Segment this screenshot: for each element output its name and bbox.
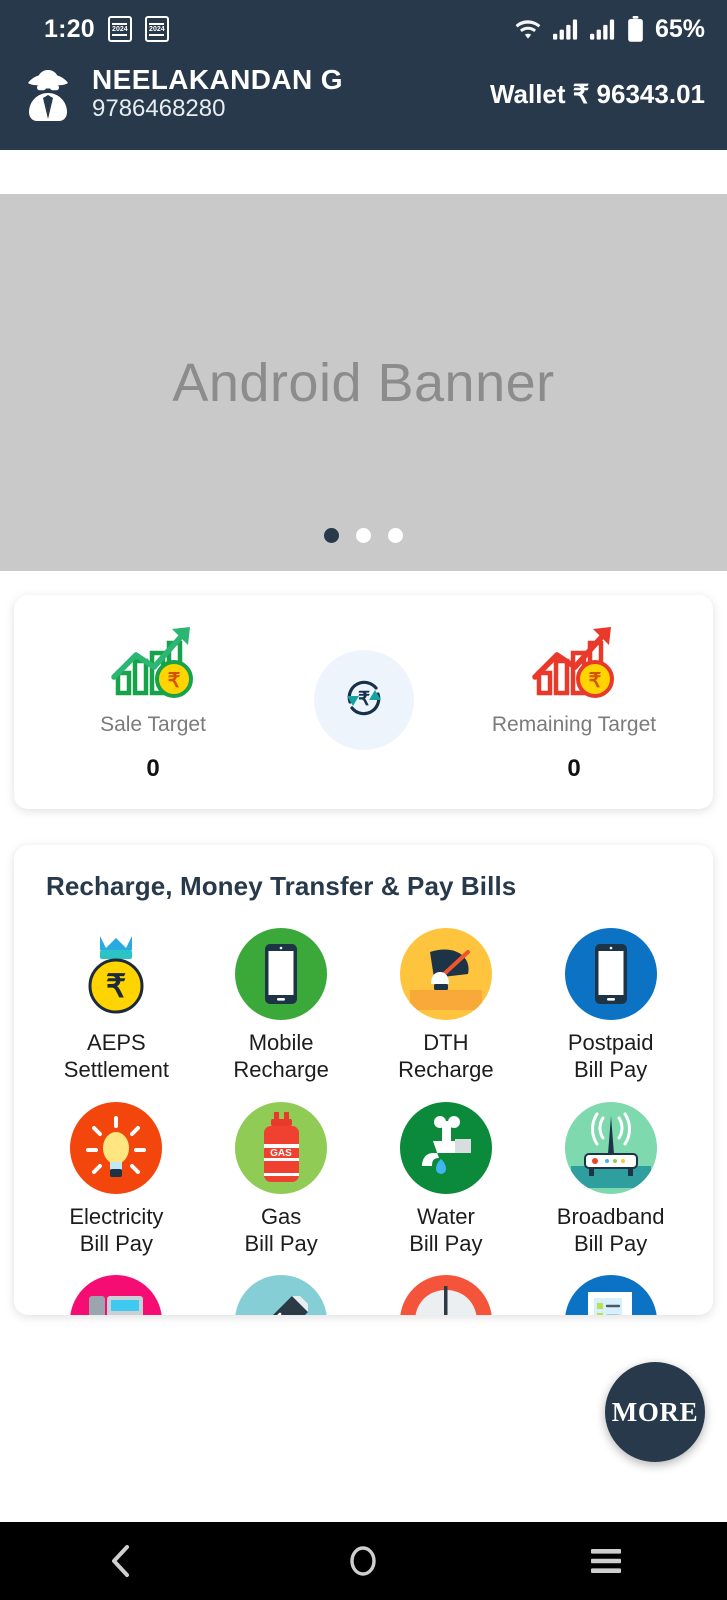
mobile-phone-icon	[564, 928, 657, 1021]
service-tile-broadband-bill-pay[interactable]: Broadband Bill Pay	[528, 1101, 693, 1258]
status-bar-right: 65%	[514, 15, 705, 44]
service-tile-dth-recharge[interactable]: DTH Recharge	[364, 928, 529, 1084]
water-tap-icon	[399, 1101, 492, 1194]
svg-text:₹: ₹	[167, 670, 180, 692]
home-icon[interactable]	[318, 1522, 408, 1600]
account-row: NEELAKANDAN G 9786468280 Wallet ₹ 96343.…	[0, 58, 727, 146]
service-label: Mobile Recharge	[233, 1030, 329, 1082]
light-bulb-icon	[70, 1101, 163, 1194]
svg-text:₹: ₹	[106, 968, 126, 1004]
umbrella-icon	[399, 1275, 492, 1316]
service-label: DTH Recharge	[398, 1030, 494, 1082]
service-tile-electricity-bill-pay[interactable]: Electricity Bill Pay	[34, 1101, 199, 1258]
spy-avatar-icon	[22, 65, 74, 123]
mobile-phone-icon	[235, 928, 328, 1021]
battery-percent: 65%	[654, 14, 705, 43]
service-tile-datacard-recharge[interactable]: DataCardRecharge	[199, 1275, 364, 1316]
service-tile-water-bill-pay[interactable]: Water Bill Pay	[364, 1101, 529, 1258]
growth-chart-up-red-icon: ₹	[527, 617, 622, 707]
status-time: 1:20	[44, 14, 95, 43]
status-bar-left: 1:20 2024 2024	[44, 15, 169, 44]
services-grid: ₹ AEPS Settlement Mobile Recharge DTH Re…	[34, 928, 693, 1316]
rupee-exchange-button[interactable]: ₹	[313, 650, 414, 751]
service-tile-insurance-payments[interactable]: InsurancePayments	[364, 1275, 529, 1316]
back-icon[interactable]	[76, 1522, 166, 1600]
account-info[interactable]: NEELAKANDAN G 9786468280	[22, 64, 343, 124]
landline-phone-icon	[70, 1275, 163, 1316]
service-tile-utility-payments[interactable]: UtilityPayments	[528, 1275, 693, 1316]
wallet-balance[interactable]: Wallet ₹ 96343.01	[490, 79, 705, 110]
banner-placeholder-text: Android Banner	[172, 352, 555, 413]
banner-dot-2[interactable]	[356, 528, 371, 544]
service-label: Water Bill Pay	[409, 1203, 483, 1256]
banner-dot-3[interactable]	[388, 528, 403, 544]
svg-text:₹: ₹	[588, 670, 601, 692]
banner-carousel[interactable]: Android Banner	[0, 194, 727, 572]
service-label: Broadband Bill Pay	[556, 1203, 665, 1256]
remaining-target-block: ₹ Remaining Target 0	[459, 617, 689, 783]
service-label: AEPS Settlement	[63, 1030, 169, 1082]
sale-target-block: ₹ Sale Target 0	[38, 617, 268, 783]
calendar-notification-1-icon: 2024	[107, 16, 132, 42]
bill-checklist-icon	[564, 1275, 657, 1316]
targets-row: ₹ Sale Target 0 ₹ ₹ Remaining Target 0	[38, 617, 689, 783]
sale-target-label: Sale Target	[100, 713, 206, 737]
service-label: Postpaid Bill Pay	[567, 1030, 654, 1082]
banner-dots	[0, 528, 727, 544]
android-nav-bar	[0, 1522, 727, 1600]
service-tile-landline-bill-pay[interactable]: LandlineBill Pay	[34, 1275, 199, 1316]
gas-cylinder-icon: GAS	[235, 1101, 328, 1194]
targets-card: ₹ Sale Target 0 ₹ ₹ Remaining Target 0	[14, 595, 713, 810]
signal-sim2-icon	[589, 18, 616, 40]
service-tile-aeps-settlement[interactable]: ₹ AEPS Settlement	[34, 928, 199, 1084]
user-name: NEELAKANDAN G	[92, 64, 343, 95]
service-label: Gas Bill Pay	[244, 1203, 318, 1256]
battery-icon	[627, 16, 644, 42]
wifi-router-icon	[564, 1101, 657, 1194]
calendar-notification-2-icon: 2024	[144, 16, 169, 42]
service-tile-postpaid-bill-pay[interactable]: Postpaid Bill Pay	[528, 928, 693, 1084]
satellite-dish-icon	[399, 928, 492, 1021]
services-card: Recharge, Money Transfer & Pay Bills ₹ A…	[14, 845, 713, 1316]
growth-chart-up-green-icon: ₹	[106, 617, 201, 707]
sale-target-value: 0	[146, 755, 160, 783]
svg-text:GAS: GAS	[270, 1148, 292, 1159]
banner-dot-1[interactable]	[324, 528, 339, 544]
svg-text:₹: ₹	[357, 689, 369, 710]
more-button[interactable]: MORE	[605, 1362, 705, 1462]
service-label: Electricity Bill Pay	[69, 1203, 164, 1256]
remaining-target-label: Remaining Target	[491, 713, 657, 737]
status-bar: 1:20 2024 2024 65%	[0, 0, 727, 58]
recents-icon[interactable]	[561, 1522, 651, 1600]
services-section-title: Recharge, Money Transfer & Pay Bills	[46, 871, 517, 902]
service-tile-gas-bill-pay[interactable]: GAS Gas Bill Pay	[199, 1101, 364, 1258]
signal-sim1-icon	[552, 18, 579, 40]
money-bag-rupee-icon: ₹	[70, 928, 163, 1021]
account-text: NEELAKANDAN G 9786468280	[92, 64, 343, 124]
wifi-icon	[514, 18, 542, 40]
usb-datacard-icon	[235, 1275, 328, 1316]
header-spacer	[0, 150, 727, 195]
app-screen: 1:20 2024 2024 65% NEELAKANDAN G 9786468…	[0, 0, 727, 1600]
rupee-exchange-icon: ₹	[337, 671, 391, 730]
service-tile-mobile-recharge[interactable]: Mobile Recharge	[199, 928, 364, 1084]
remaining-target-value: 0	[567, 755, 581, 783]
app-header: 1:20 2024 2024 65% NEELAKANDAN G 9786468…	[0, 0, 727, 151]
user-phone: 9786468280	[92, 95, 226, 123]
